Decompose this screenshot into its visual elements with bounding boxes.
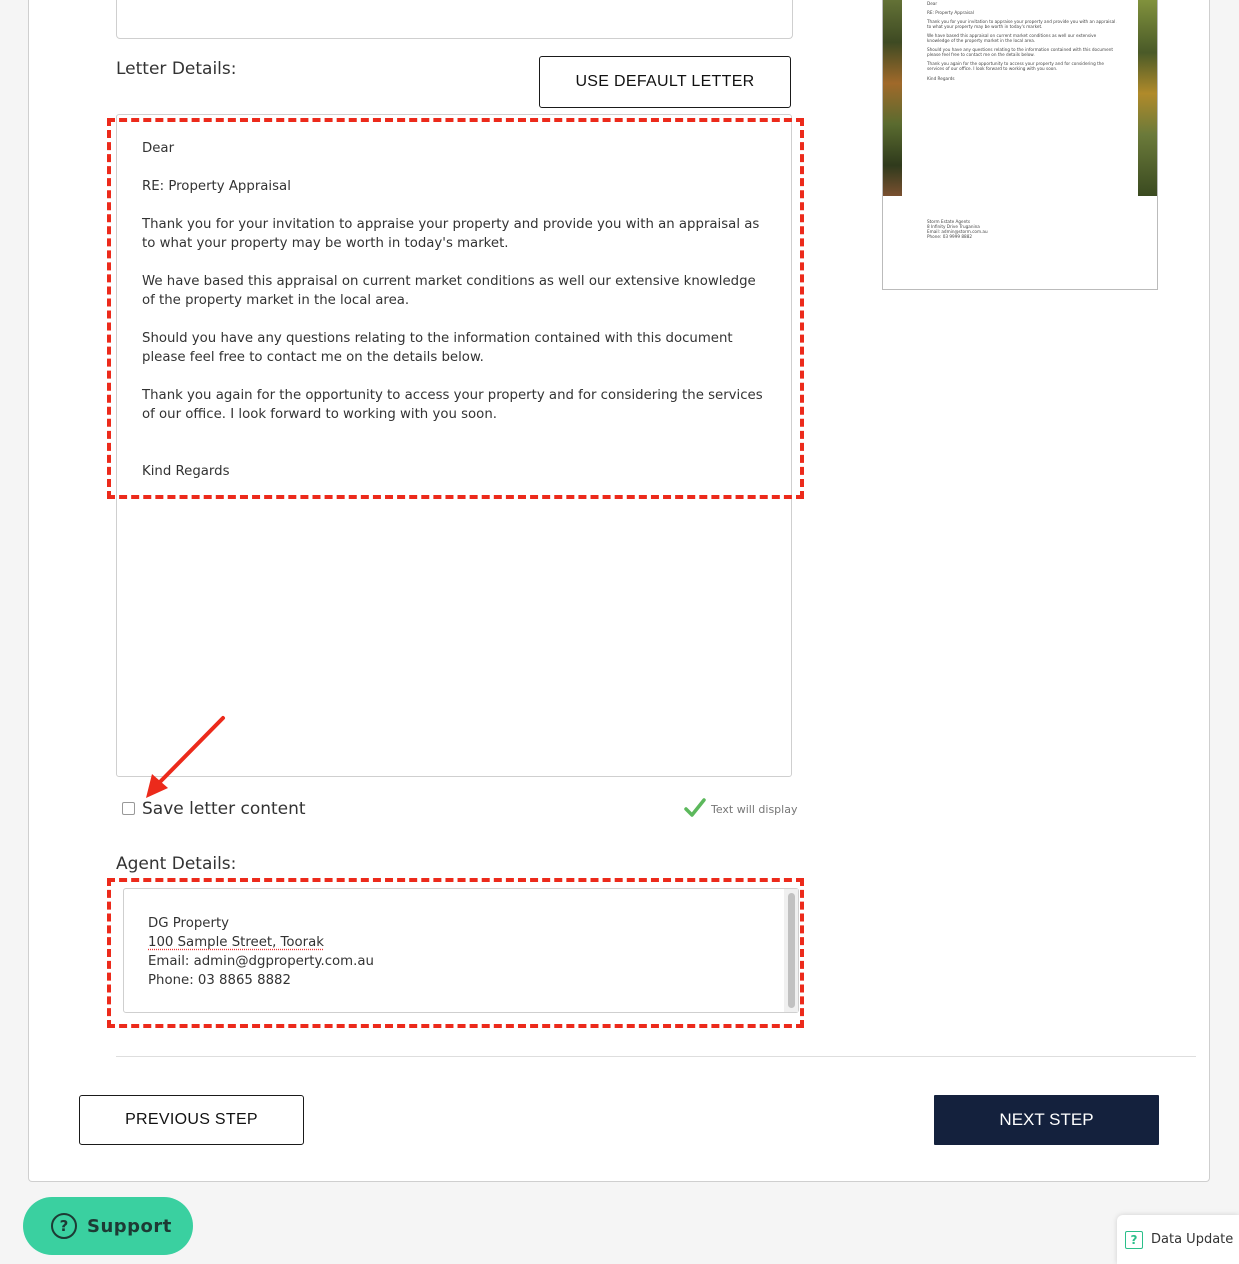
next-step-button[interactable]: NEXT STEP (934, 1095, 1159, 1145)
letter-content-text: Dear RE: Property Appraisal Thank you fo… (142, 141, 763, 479)
data-update-button[interactable]: ? Data Update (1117, 1215, 1239, 1264)
arrow-annotation-icon (146, 716, 225, 798)
check-icon (684, 798, 706, 817)
save-letter-label[interactable]: Save letter content (142, 799, 306, 819)
data-update-label: Data Update (1151, 1232, 1234, 1247)
preview-agent-text: Storm Estate Agents 8 Infinity Drive Tru… (927, 219, 988, 239)
help-icon: ? (51, 1213, 77, 1239)
preview-image-right (1138, 0, 1157, 196)
save-letter-checkbox[interactable] (122, 802, 135, 815)
agent-details-text: DG Property 100 Sample Street, Toorak Em… (148, 916, 374, 988)
letter-details-label: Letter Details: (116, 59, 237, 79)
text-will-display-label: Text will display (711, 803, 798, 816)
divider (116, 1056, 1196, 1057)
letter-preview: Dear RE: Property Appraisal Thank you fo… (882, 0, 1158, 290)
support-button[interactable]: ? Support (23, 1197, 193, 1255)
agent-details-label: Agent Details: (116, 854, 237, 874)
preview-letter-text: Dear RE: Property Appraisal Thank you fo… (927, 1, 1117, 81)
use-default-letter-button[interactable]: USE DEFAULT LETTER (539, 56, 791, 108)
agent-scrollbar-thumb[interactable] (788, 893, 795, 1008)
support-label: Support (87, 1215, 172, 1237)
previous-section-box (116, 0, 793, 39)
question-icon: ? (1125, 1230, 1143, 1249)
previous-step-button[interactable]: PREVIOUS STEP (79, 1095, 304, 1145)
preview-image-left (883, 0, 902, 196)
